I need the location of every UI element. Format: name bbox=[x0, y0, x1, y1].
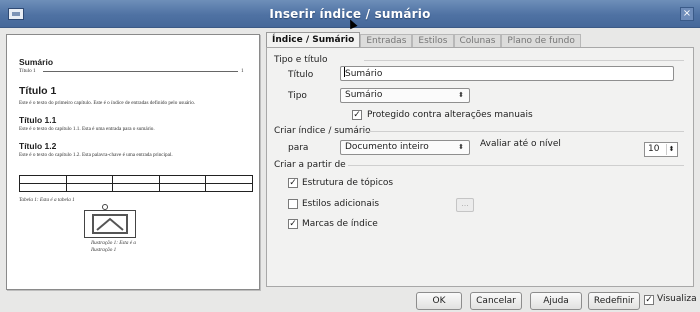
preview-heading-1: Título 1 bbox=[19, 85, 57, 97]
preview-image-caption-1: Ilustração 1: Esta é a bbox=[91, 240, 136, 246]
preview-toc-entry: Título 1 bbox=[19, 68, 36, 74]
document-preview: Sumário Título 1 1 Título 1 Este é o tex… bbox=[6, 34, 260, 290]
tab-index-toc[interactable]: Índice / Sumário bbox=[266, 32, 361, 48]
preview-heading-1-text: Este é o texto do primeiro capítulo. Est… bbox=[19, 100, 196, 106]
level-label: Avaliar até o nível bbox=[480, 139, 561, 149]
for-select[interactable]: Documento inteiro ⬍ bbox=[340, 140, 470, 155]
additional-styles-button[interactable]: ... bbox=[456, 198, 474, 212]
additional-styles-checkbox[interactable] bbox=[288, 199, 298, 209]
ok-button[interactable]: OK bbox=[416, 292, 462, 310]
preview-table-caption: Tabela 1: Esta é a tabela 1 bbox=[19, 197, 75, 203]
preview-heading-1-2-text: Este é o texto do capítulo 1.2. Esta pal… bbox=[19, 152, 173, 158]
preview-heading-1-2: Título 1.2 bbox=[19, 141, 57, 151]
reset-button[interactable]: Redefinir bbox=[588, 292, 640, 310]
spin-arrows-icon[interactable]: ⬍ bbox=[666, 144, 676, 155]
close-icon[interactable]: × bbox=[680, 7, 694, 21]
updown-arrow-icon: ⬍ bbox=[458, 143, 464, 151]
level-spinner-value: 10 bbox=[648, 144, 660, 154]
preview-toc-heading: Sumário bbox=[19, 57, 54, 67]
preview-image-caption-2: Ilustração 1 bbox=[91, 247, 117, 253]
type-select[interactable]: Sumário ⬍ bbox=[340, 88, 470, 103]
tab-bar: Índice / Sumário Entradas Estilos Coluna… bbox=[266, 32, 581, 48]
create-from-section-heading: Criar a partir de bbox=[274, 160, 683, 170]
type-select-value: Sumário bbox=[345, 90, 383, 100]
type-title-section-heading: Tipo e título bbox=[274, 55, 688, 65]
for-label: para bbox=[288, 143, 309, 153]
outline-checkbox[interactable] bbox=[288, 178, 298, 188]
preview-image bbox=[84, 210, 136, 238]
create-index-heading-label: Criar índice / sumário bbox=[274, 126, 371, 136]
index-marks-checkbox[interactable] bbox=[288, 219, 298, 229]
title-input[interactable]: Sumário bbox=[340, 66, 674, 81]
level-spinner[interactable]: 10 ⬍ bbox=[644, 142, 678, 157]
type-title-heading-label: Tipo e título bbox=[274, 55, 328, 65]
preview-toc-leader bbox=[43, 71, 238, 72]
create-index-section-heading: Criar índice / sumário bbox=[274, 126, 683, 136]
cancel-button[interactable]: Cancelar bbox=[470, 292, 522, 310]
outline-label: Estrutura de tópicos bbox=[302, 178, 394, 188]
preview-table bbox=[19, 175, 253, 192]
tab-entries[interactable]: Entradas bbox=[360, 34, 413, 48]
tab-columns[interactable]: Colunas bbox=[453, 34, 502, 48]
additional-styles-label: Estilos adicionais bbox=[302, 199, 380, 209]
updown-arrow-icon: ⬍ bbox=[458, 91, 464, 99]
create-from-heading-label: Criar a partir de bbox=[274, 160, 346, 170]
tab-styles[interactable]: Estilos bbox=[412, 34, 454, 48]
title-label: Título bbox=[288, 70, 314, 80]
help-button[interactable]: Ajuda bbox=[530, 292, 582, 310]
preview-checkbox[interactable] bbox=[644, 295, 654, 305]
preview-toggle-label: Visualiza bbox=[657, 294, 697, 304]
preview-heading-1-1-text: Este é o texto do capítulo 1.1. Esta é u… bbox=[19, 126, 155, 132]
index-marks-label: Marcas de índice bbox=[302, 219, 378, 229]
preview-heading-1-1: Título 1.1 bbox=[19, 115, 57, 125]
tab-background[interactable]: Plano de fundo bbox=[501, 34, 581, 48]
protect-label: Protegido contra alterações manuais bbox=[367, 110, 533, 120]
title-input-value: Sumário bbox=[345, 69, 383, 79]
protect-checkbox[interactable] bbox=[352, 110, 362, 120]
type-label: Tipo bbox=[288, 91, 307, 101]
preview-toc-page: 1 bbox=[241, 68, 244, 74]
for-select-value: Documento inteiro bbox=[345, 142, 429, 152]
